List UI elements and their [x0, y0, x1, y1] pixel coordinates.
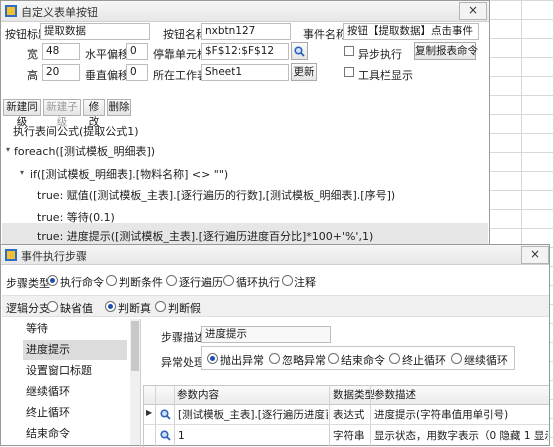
dock-cell-input[interactable]: $F$12:$F$12	[201, 43, 289, 60]
row-pointer-icon: ▶	[146, 408, 153, 417]
async-label: 异步执行	[358, 48, 402, 61]
exception-option[interactable]: 抛出异常	[220, 352, 264, 368]
dialog-titlebar[interactable]: 事件执行步骤 ×	[1, 245, 549, 265]
tree-node[interactable]: true: 进度提示([测试模板_主表].[逐行遍历进度百分比]*100+'%'…	[37, 228, 373, 244]
exception-radio-continue[interactable]	[451, 353, 462, 364]
dialog-title: 自定义表单按钮	[21, 6, 98, 19]
update-button[interactable]: 更新	[291, 63, 317, 81]
param-content-cell[interactable]: [测试模板_主表].[逐行遍历进度百分...	[178, 406, 328, 424]
param-desc-cell[interactable]: 显示状态，用数字表示（0 隐藏 1 显示）	[374, 427, 548, 445]
step-type-option[interactable]: 逐行遍历	[179, 274, 223, 290]
tree-node[interactable]: 执行表间公式(提取公式1)	[13, 123, 139, 139]
params-header-cell[interactable]: 数据类型	[333, 386, 375, 404]
width-label: 宽	[27, 48, 38, 61]
param-type-cell[interactable]: 表达式	[333, 406, 365, 424]
width-input[interactable]: 48	[42, 43, 80, 60]
dialog-title: 事件执行步骤	[21, 250, 87, 263]
branch-option[interactable]: 判断假	[168, 300, 201, 316]
height-input[interactable]: 20	[42, 64, 80, 81]
sheet-input[interactable]: Sheet1	[201, 64, 289, 81]
branch-radio-default[interactable]	[47, 301, 58, 312]
exception-option[interactable]: 终止循环	[402, 352, 446, 368]
tree-node[interactable]: if([测试模板_明细表].[物料名称] <> "")	[30, 166, 228, 182]
button-name-input[interactable]: nxbtn127	[201, 23, 291, 40]
list-scrollbar[interactable]	[130, 319, 140, 445]
search-button[interactable]	[291, 42, 308, 60]
exception-option[interactable]: 结束命令	[341, 352, 385, 368]
step-type-option[interactable]: 执行命令	[60, 274, 104, 290]
close-icon[interactable]: ×	[459, 2, 487, 20]
copy-report-command-button[interactable]: 复制报表命令	[414, 42, 478, 60]
app-icon	[5, 5, 17, 17]
step-desc-label: 步骤描述	[161, 331, 205, 344]
branch-radio-false[interactable]	[155, 301, 166, 312]
step-type-option[interactable]: 注释	[294, 274, 316, 290]
exception-option[interactable]: 忽略异常	[282, 352, 326, 368]
delete-button[interactable]: 删除	[107, 99, 131, 116]
collapse-arrow-icon[interactable]: ▾	[6, 145, 10, 154]
new-peer-button[interactable]: 新建同级	[3, 99, 41, 128]
command-list-item[interactable]: 结束命令	[23, 424, 127, 444]
param-type-cell[interactable]: 字符串	[333, 427, 365, 445]
height-label: 高	[27, 69, 38, 82]
params-header-cell[interactable]: 参数描述	[374, 386, 416, 404]
new-child-button[interactable]: 新建子级	[43, 99, 81, 128]
logic-branch-label: 逻辑分支	[6, 302, 50, 315]
search-icon[interactable]	[160, 409, 171, 420]
step-type-radio-execute[interactable]	[47, 275, 58, 286]
event-name-label: 事件名称	[303, 28, 347, 41]
exception-radio-break[interactable]	[389, 353, 400, 364]
step-type-radio-condition[interactable]	[106, 275, 117, 286]
command-list-item[interactable]: 等待	[23, 319, 127, 339]
sheet-label: 所在工作表	[153, 69, 208, 82]
search-icon	[294, 46, 305, 57]
toolbar-show-checkbox[interactable]	[344, 67, 354, 77]
param-desc-cell[interactable]: 进度提示(字符串值用单引号)	[374, 406, 548, 424]
step-type-radio-loop[interactable]	[223, 275, 234, 286]
branch-option[interactable]: 判断真	[118, 300, 151, 316]
command-list-item-selected[interactable]: 进度提示	[23, 340, 127, 360]
branch-radio-true[interactable]	[105, 301, 116, 312]
tree-node[interactable]: foreach([测试模板_明细表])	[14, 143, 155, 159]
search-icon[interactable]	[160, 430, 171, 441]
exception-radio-ignore[interactable]	[269, 353, 280, 364]
dock-cell-label: 停靠单元格	[153, 48, 208, 61]
branch-option[interactable]: 缺省值	[60, 300, 93, 316]
event-name-input[interactable]: 按钮【提取数据】点击事件	[343, 23, 479, 40]
step-type-radio-comment[interactable]	[282, 275, 293, 286]
params-header-cell[interactable]: 参数内容	[177, 386, 219, 404]
command-list-item[interactable]: 终止循环	[23, 403, 127, 423]
step-type-label: 步骤类型	[6, 277, 50, 290]
custom-form-button-dialog: 自定义表单按钮 × 按钮标题 提取数据 按钮名称 nxbtn127 事件名称 按…	[0, 0, 490, 246]
step-desc-input[interactable]: 进度提示	[201, 326, 331, 343]
exception-radio-end[interactable]	[328, 353, 339, 364]
exception-option[interactable]: 继续循环	[464, 352, 508, 368]
exception-label: 异常处理	[161, 356, 205, 369]
command-list-item[interactable]: 继续循环	[23, 382, 127, 402]
command-list-item[interactable]: 设置窗口标题	[23, 361, 127, 381]
button-title-input[interactable]: 提取数据	[40, 23, 150, 40]
close-icon[interactable]: ×	[521, 246, 549, 264]
async-checkbox[interactable]	[344, 46, 354, 56]
hoffset-label: 水平偏移	[85, 48, 129, 61]
step-type-radio-iterate[interactable]	[166, 275, 177, 286]
dialog-titlebar[interactable]: 自定义表单按钮 ×	[1, 1, 489, 22]
app-icon	[5, 249, 17, 261]
scrollbar-thumb[interactable]	[131, 321, 139, 371]
event-step-dialog: 事件执行步骤 × 步骤类型 执行命令 判断条件 逐行遍历 循环执行 注释 逻辑分…	[0, 244, 550, 447]
param-content-cell[interactable]: 1	[178, 427, 328, 445]
voffset-label: 垂直偏移	[85, 69, 129, 82]
exception-radio-throw[interactable]	[207, 353, 218, 364]
collapse-arrow-icon[interactable]: ▾	[20, 168, 24, 177]
toolbar-show-label: 工具栏显示	[358, 69, 413, 82]
edit-button[interactable]: 修改	[83, 99, 105, 128]
step-type-option[interactable]: 判断条件	[119, 274, 163, 290]
hoffset-input[interactable]: 0	[126, 43, 148, 60]
step-type-option[interactable]: 循环执行	[236, 274, 280, 290]
tree-node[interactable]: true: 赋值([测试模板_主表].[逐行遍历的行数],[测试模板_明细表].…	[37, 187, 395, 203]
voffset-input[interactable]: 0	[126, 64, 148, 81]
